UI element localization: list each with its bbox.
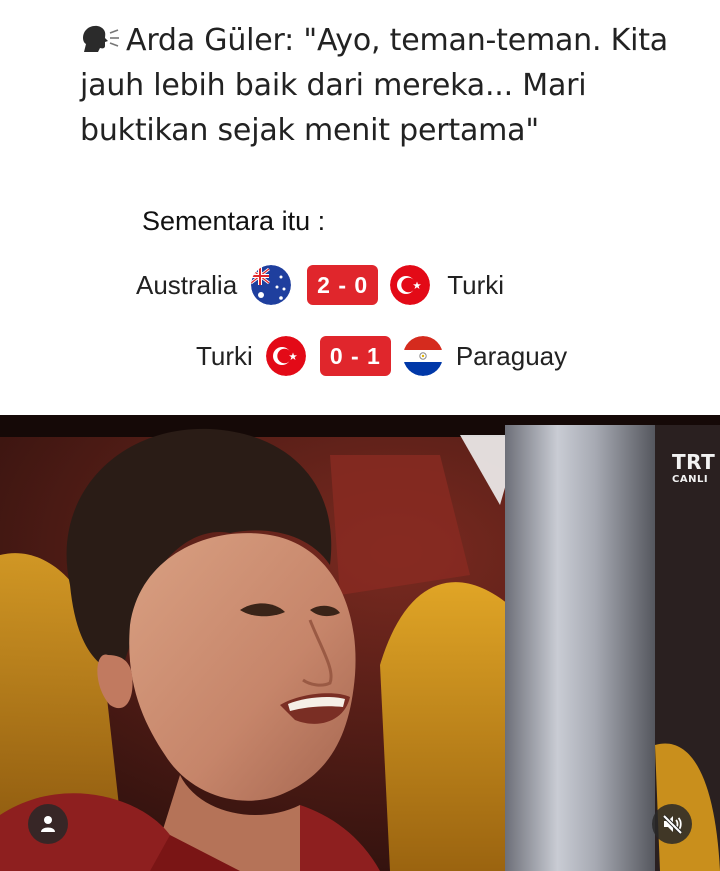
home-team-name: Turki — [196, 340, 253, 371]
paraguay-flag-icon — [402, 336, 443, 376]
away-team-name: Paraguay — [455, 340, 568, 371]
match-score: 0 - 1 — [319, 336, 391, 376]
australia-flag-icon — [251, 265, 292, 305]
quote-text-block: Arda Güler: "Ayo, teman-teman. Kita jauh… — [80, 18, 680, 153]
turkey-flag-icon — [390, 265, 431, 305]
live-label: CANLI — [672, 474, 709, 485]
profile-icon — [41, 816, 55, 832]
scores-heading: Sementara itu : — [142, 206, 326, 236]
home-team-name: Australia — [136, 269, 238, 300]
speaking-head-icon — [83, 25, 119, 52]
quote-text: Arda Güler: "Ayo, teman-teman. Kita jauh… — [80, 23, 668, 148]
video-player[interactable]: TRT CANLI — [0, 415, 720, 871]
turkey-flag-icon — [265, 336, 306, 376]
match-row: Turki 0 - 1 Paraguay — [196, 336, 567, 376]
match-score: 2 - 0 — [307, 265, 379, 305]
away-team-name: Turki — [447, 269, 504, 300]
profile-button[interactable] — [28, 804, 68, 844]
muted-speaker-icon — [662, 814, 683, 835]
video-frame-image — [0, 415, 720, 871]
channel-logo: TRT CANLI — [672, 451, 718, 487]
mute-button[interactable] — [652, 804, 692, 844]
channel-logo-text: TRT — [672, 450, 716, 474]
match-row: Australia 2 - 0 Turki — [136, 265, 504, 305]
